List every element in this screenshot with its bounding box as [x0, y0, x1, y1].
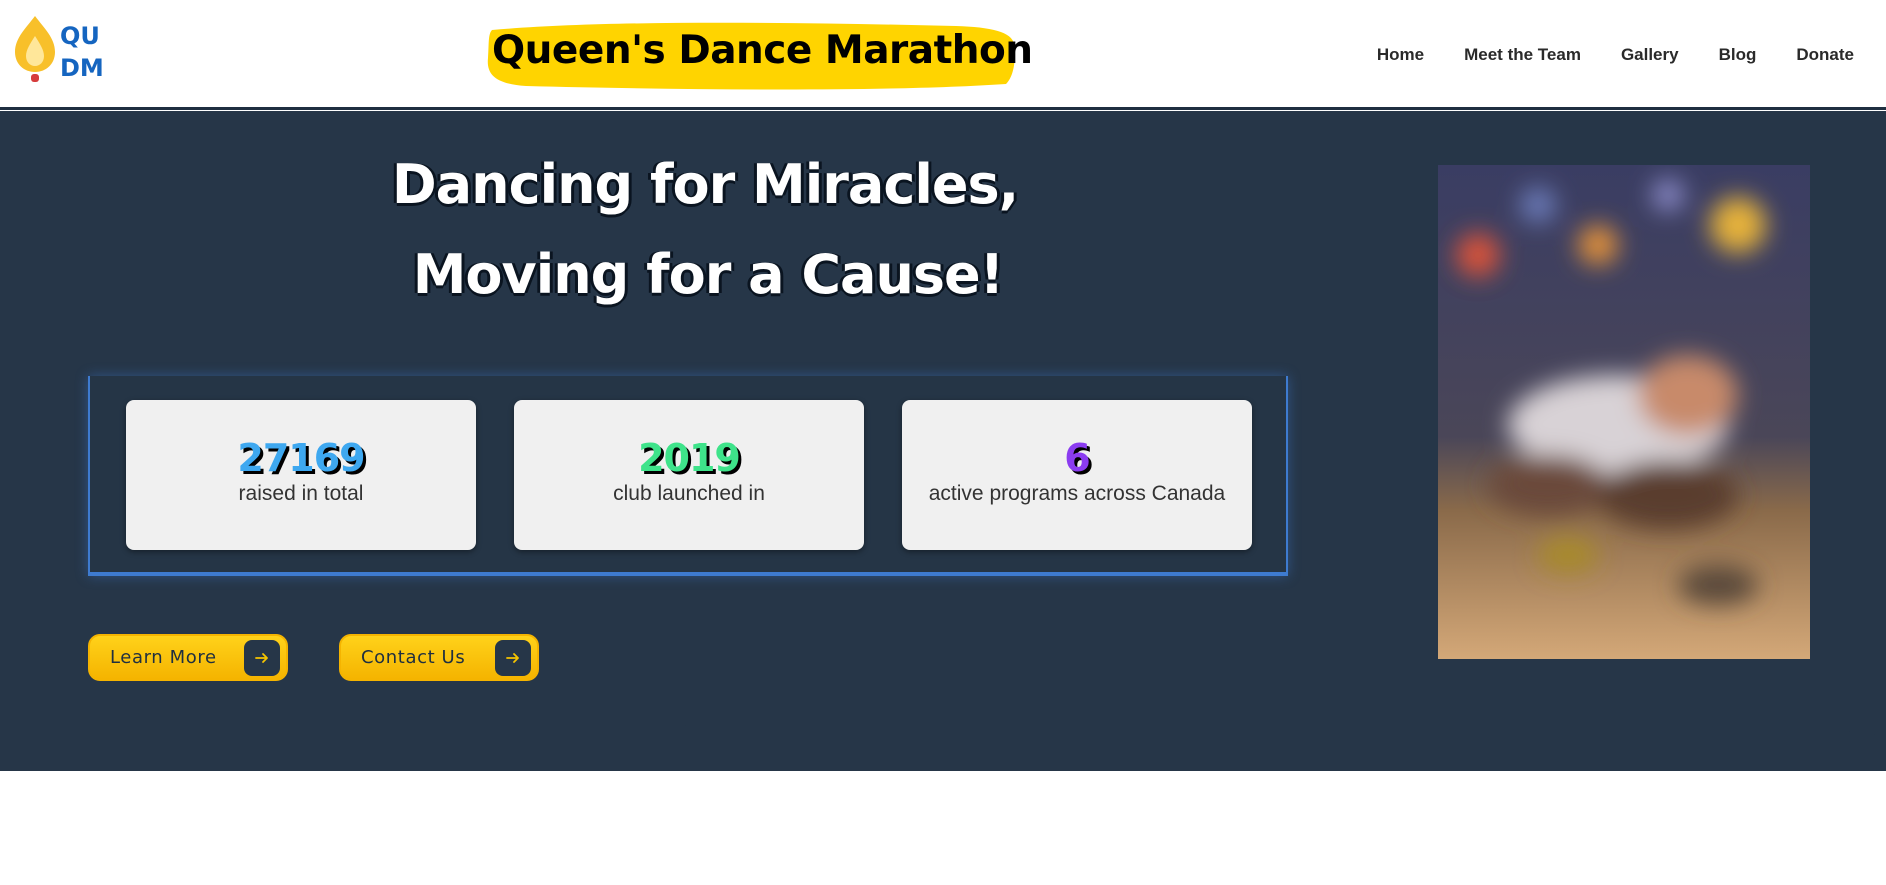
learn-more-button[interactable]: Learn More	[88, 634, 288, 681]
contact-us-button[interactable]: Contact Us	[339, 634, 539, 681]
hero-wave-divider	[0, 700, 1886, 742]
stat-value-launched: 2019	[638, 436, 741, 480]
learn-more-label: Learn More	[110, 647, 217, 668]
contact-us-label: Contact Us	[361, 647, 466, 668]
flame-logo-icon	[15, 16, 55, 82]
nav-gallery[interactable]: Gallery	[1621, 45, 1679, 65]
hero-title: Dancing for Miracles, Moving for a Cause…	[0, 140, 1410, 320]
qudm-logo[interactable]: QU DM	[12, 14, 112, 86]
nav-home[interactable]: Home	[1377, 45, 1424, 65]
brand-title[interactable]: Queen's Dance Marathon	[492, 28, 1033, 73]
stat-card-programs: 6 active programs across Canada	[902, 400, 1252, 550]
arrow-right-icon	[244, 640, 280, 676]
stat-value-programs: 6	[1064, 436, 1090, 480]
logo-text-line2: DM	[60, 54, 104, 82]
nav-donate[interactable]: Donate	[1796, 45, 1854, 65]
stat-value-raised: 27169	[237, 436, 365, 480]
logo-text-line1: QU	[60, 22, 100, 50]
stat-label-raised: raised in total	[238, 482, 364, 505]
brand-title-highlight: Queen's Dance Marathon	[486, 18, 1033, 92]
nav-meet-the-team[interactable]: Meet the Team	[1464, 45, 1581, 65]
site-header: QU DM Queen's Dance Marathon Home Meet t…	[0, 0, 1886, 110]
stat-label-programs: active programs across Canada	[928, 482, 1226, 505]
stat-card-raised: 27169 raised in total	[126, 400, 476, 550]
stat-card-launched: 2019 club launched in	[514, 400, 864, 550]
event-photo	[1438, 165, 1810, 659]
hero-title-line1: Dancing for Miracles,	[391, 153, 1019, 216]
stat-label-launched: club launched in	[613, 482, 765, 505]
logo-text: QU DM	[60, 20, 104, 84]
stats-panel: 27169 raised in total 2019 club launched…	[88, 376, 1288, 576]
main-nav: Home Meet the Team Gallery Blog Donate	[1377, 0, 1854, 110]
hero-title-line2: Moving for a Cause!	[412, 243, 1005, 306]
arrow-right-icon	[495, 640, 531, 676]
nav-blog[interactable]: Blog	[1719, 45, 1757, 65]
